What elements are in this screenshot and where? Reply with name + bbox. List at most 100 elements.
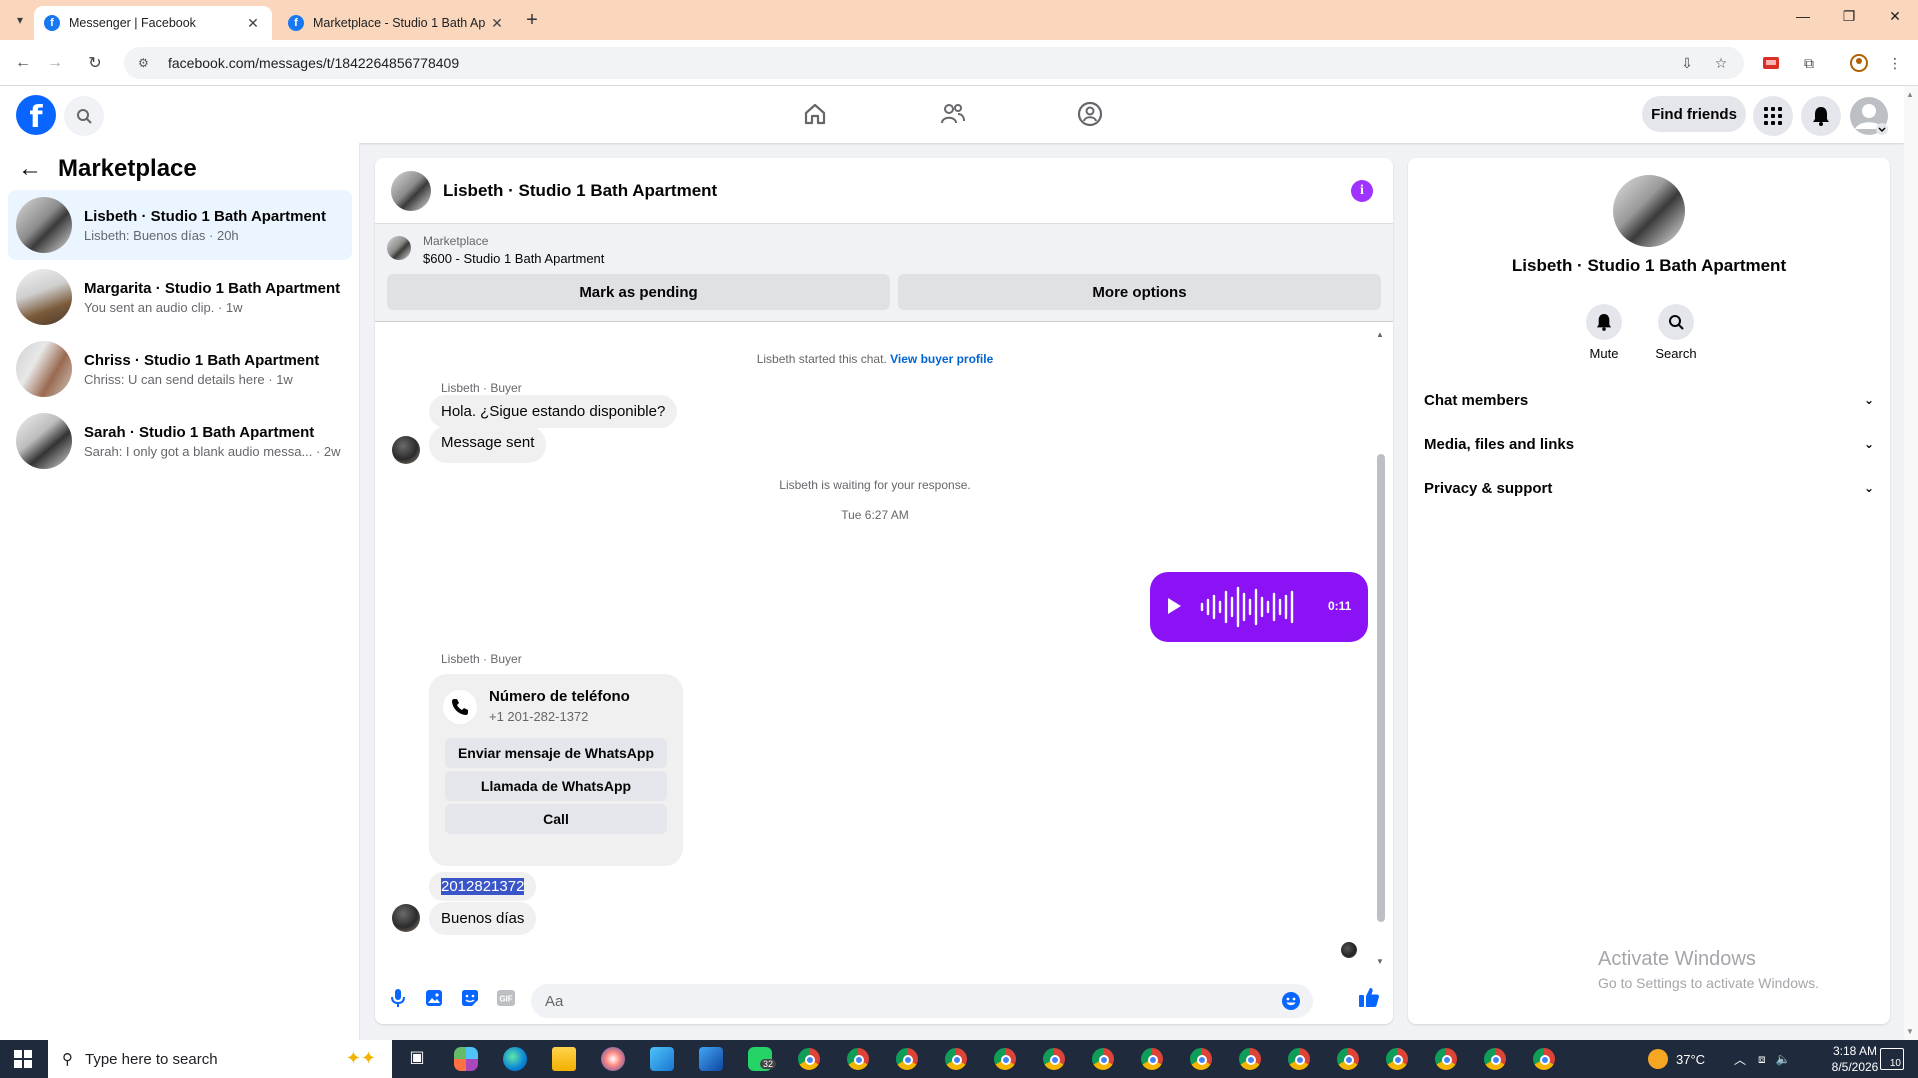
thumbs-up-icon[interactable] [1358,986,1380,1008]
chat-title[interactable]: Lisbeth · Studio 1 Bath Apartment [443,181,717,201]
chrome-icon[interactable] [1189,1047,1213,1071]
bookmark-star-icon[interactable]: ☆ [1710,52,1732,74]
scroll-down-arrow-icon[interactable]: ▼ [1906,1027,1914,1036]
privacy-support-section[interactable]: Privacy & support ⌄ [1424,470,1874,506]
install-app-icon[interactable]: ⇩ [1676,52,1698,74]
audio-message[interactable]: 0:11 [1150,572,1368,642]
site-info-icon[interactable]: ⚙ [138,56,154,70]
tab-list-chevron-icon[interactable]: ▾ [8,8,32,32]
outlook-icon[interactable] [699,1047,723,1071]
view-buyer-profile-link[interactable]: View buyer profile [890,352,993,366]
taskbar-search[interactable]: ⚲ Type here to search ✦✦ [48,1040,392,1078]
conversation-item-sarah[interactable]: Sarah · Studio 1 Bath Apartment Sarah: I… [8,406,352,476]
chat-members-section[interactable]: Chat members ⌄ [1424,382,1874,418]
page-scrollbar[interactable]: ▲ ▼ [1904,86,1918,1040]
find-friends-button[interactable]: Find friends [1642,96,1746,132]
facebook-logo-icon[interactable]: f [16,95,56,135]
chrome-icon[interactable] [1483,1047,1507,1071]
back-arrow-icon[interactable]: ← [18,155,42,183]
emoji-icon[interactable] [1281,991,1301,1011]
chrome-icon[interactable] [1336,1047,1360,1071]
chrome-icon[interactable] [1287,1047,1311,1071]
chrome-icon[interactable] [895,1047,919,1071]
conversation-item-margarita[interactable]: Margarita · Studio 1 Bath Apartment You … [8,262,352,332]
chrome-icon[interactable] [1140,1047,1164,1071]
notifications-bell-icon[interactable] [1801,96,1841,136]
task-view-icon[interactable]: ▣ [405,1047,429,1071]
search-action[interactable]: Search [1646,304,1706,361]
microphone-icon[interactable] [388,988,408,1008]
scroll-down-arrow-icon[interactable]: ▼ [1376,957,1384,966]
message-input[interactable]: Aa [531,984,1313,1018]
scroll-up-arrow-icon[interactable]: ▲ [1906,90,1914,99]
call-button[interactable]: Call [445,804,667,834]
chrome-icon[interactable] [1532,1047,1556,1071]
message-bubble[interactable]: Buenos días [429,902,537,935]
message-bubble[interactable]: Hola. ¿Sigue estando disponible? [429,395,678,428]
search-icon[interactable] [1658,304,1694,340]
chrome-icon[interactable] [1238,1047,1262,1071]
profile-icon[interactable] [1848,52,1870,74]
chrome-icon[interactable] [1042,1047,1066,1071]
conversation-item-chriss[interactable]: Chriss · Studio 1 Bath Apartment Chriss:… [8,334,352,404]
new-tab-icon[interactable]: + [520,8,544,32]
copilot-icon[interactable] [454,1047,478,1071]
chat-avatar[interactable] [391,170,431,211]
tray-chevron-up-icon[interactable]: ︿ [1734,1051,1746,1068]
scroll-up-arrow-icon[interactable]: ▲ [1376,330,1384,339]
facebook-search-icon[interactable] [64,96,104,136]
reload-icon[interactable]: ↻ [82,50,108,76]
account-avatar-icon[interactable] [1849,96,1889,136]
whatsapp-message-button[interactable]: Enviar mensaje de WhatsApp [445,738,667,768]
browser-tab-marketplace[interactable]: f Marketplace - Studio 1 Bath Ap ✕ [278,6,516,40]
extension-cast-icon[interactable] [1760,52,1782,74]
conversation-info-icon[interactable]: i [1351,180,1373,202]
sticker-icon[interactable] [460,988,480,1008]
groups-icon[interactable] [1070,96,1110,132]
browser-tab-messenger[interactable]: f Messenger | Facebook ✕ [34,6,272,40]
message-bubble[interactable]: Message sent [429,426,547,463]
network-icon[interactable]: ⧈ [1758,1052,1766,1067]
mute-action[interactable]: Mute [1574,304,1634,361]
play-icon[interactable] [1164,594,1184,618]
extensions-puzzle-icon[interactable]: ⧉ [1798,52,1820,74]
chrome-icon[interactable] [993,1047,1017,1071]
scrollbar-thumb[interactable] [1377,454,1385,922]
windows-start-icon[interactable] [14,1050,32,1068]
store-icon[interactable] [650,1047,674,1071]
photo-icon[interactable] [424,988,444,1008]
edge-icon[interactable] [503,1047,527,1071]
chrome-icon[interactable] [797,1047,821,1071]
chrome-icon[interactable] [944,1047,968,1071]
thread-scrollbar[interactable]: ▲ ▼ [1376,330,1385,966]
selected-phone-text[interactable]: 2012821372 [441,878,525,895]
back-arrow-icon[interactable]: ← [10,50,36,76]
menu-grid-icon[interactable] [1753,96,1793,136]
restore-icon[interactable]: ❐ [1826,8,1872,32]
message-bubble[interactable]: 2012821372 [429,872,537,901]
forward-arrow-icon[interactable]: → [42,50,68,76]
listing-title[interactable]: $600 - Studio 1 Bath Apartment [423,251,604,266]
more-options-button[interactable]: More options [898,274,1381,310]
browser-menu-icon[interactable]: ⋮ [1884,52,1906,74]
minimize-icon[interactable]: — [1780,8,1826,32]
mute-bell-icon[interactable] [1586,304,1622,340]
tab-close-icon[interactable]: ✕ [488,15,506,32]
address-bar[interactable]: ⚙ facebook.com/messages/t/18422648567784… [124,47,1744,79]
mark-as-pending-button[interactable]: Mark as pending [387,274,890,310]
whatsapp-call-button[interactable]: Llamada de WhatsApp [445,771,667,801]
gif-icon[interactable]: GIF [496,988,516,1008]
details-avatar[interactable] [1613,175,1685,247]
notification-center-icon[interactable]: 10 [1880,1048,1904,1070]
conversation-item-lisbeth[interactable]: Lisbeth · Studio 1 Bath Apartment Lisbet… [8,190,352,260]
sender-avatar[interactable] [392,904,420,932]
chrome-icon[interactable] [846,1047,870,1071]
friends-icon[interactable] [933,96,973,132]
chrome-icon[interactable] [1434,1047,1458,1071]
file-explorer-icon[interactable] [552,1047,576,1071]
volume-icon[interactable]: 🔈 [1776,1052,1791,1066]
media-files-links-section[interactable]: Media, files and links ⌄ [1424,426,1874,462]
system-tray[interactable]: ︿ ⧈ 🔈 [1734,1040,1791,1078]
home-icon[interactable] [795,96,835,132]
chrome-icon[interactable] [1385,1047,1409,1071]
